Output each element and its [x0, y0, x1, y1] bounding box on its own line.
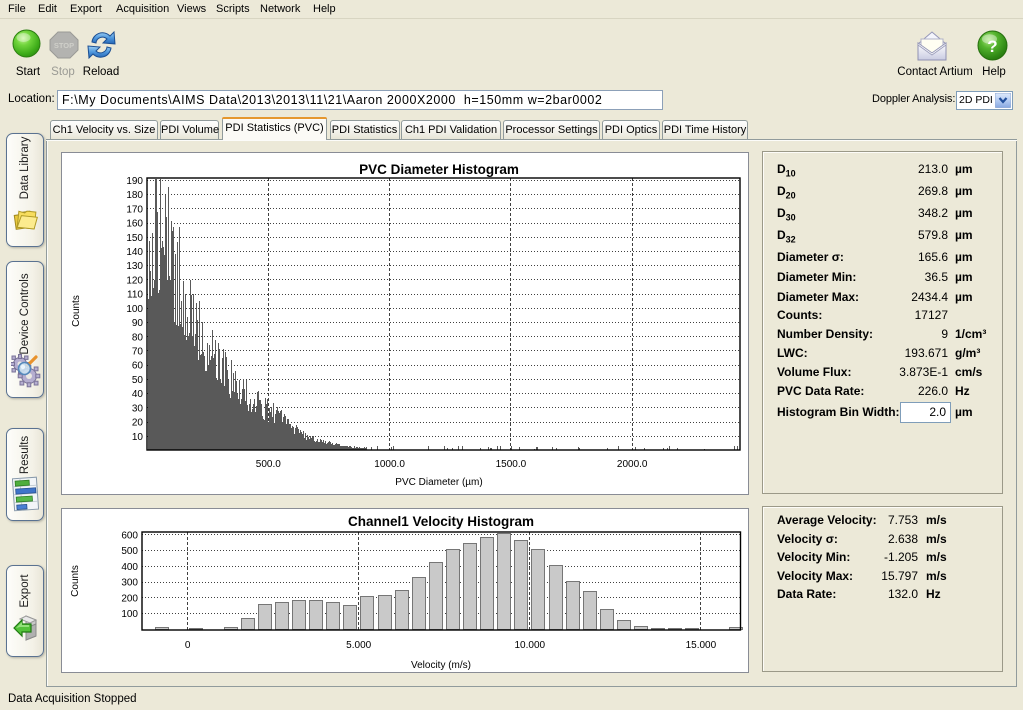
svg-text:150: 150: [126, 233, 143, 244]
svg-text:120: 120: [126, 275, 143, 286]
svg-text:Counts: Counts: [70, 565, 81, 597]
svg-text:?: ?: [987, 37, 997, 56]
svg-text:PVC Diameter Histogram: PVC Diameter Histogram: [359, 162, 519, 177]
svg-text:80: 80: [132, 332, 144, 343]
svg-text:500.0: 500.0: [256, 459, 281, 470]
svg-text:110: 110: [127, 290, 143, 301]
svg-text:2000.0: 2000.0: [617, 459, 648, 470]
svg-text:1500.0: 1500.0: [496, 459, 527, 470]
svg-text:140: 140: [126, 247, 143, 258]
svg-text:130: 130: [126, 261, 143, 272]
svg-text:1000.0: 1000.0: [374, 459, 405, 470]
svg-text:190: 190: [126, 176, 143, 187]
svg-text:90: 90: [132, 318, 144, 329]
svg-text:160: 160: [126, 219, 143, 230]
svg-text:70: 70: [132, 347, 144, 358]
svg-text:100: 100: [121, 609, 138, 620]
svg-text:0: 0: [185, 640, 191, 651]
svg-text:200: 200: [121, 594, 138, 605]
svg-text:600: 600: [121, 530, 138, 541]
svg-text:60: 60: [132, 361, 144, 372]
svg-text:15.000: 15.000: [686, 640, 717, 651]
svg-text:40: 40: [132, 389, 144, 400]
svg-text:PVC Diameter (µm): PVC Diameter (µm): [395, 477, 482, 488]
svg-text:400: 400: [121, 562, 138, 573]
svg-text:500: 500: [121, 546, 138, 557]
svg-text:20: 20: [132, 418, 144, 429]
svg-text:Velocity (m/s): Velocity (m/s): [411, 660, 471, 671]
svg-text:170: 170: [126, 204, 143, 215]
svg-text:Channel1 Velocity Histogram: Channel1 Velocity Histogram: [348, 514, 534, 529]
svg-text:STOP: STOP: [54, 41, 74, 50]
svg-text:10: 10: [132, 432, 144, 443]
svg-text:10.000: 10.000: [515, 640, 546, 651]
svg-text:50: 50: [132, 375, 144, 386]
svg-text:Counts: Counts: [71, 295, 82, 327]
svg-text:180: 180: [126, 190, 143, 201]
svg-text:100: 100: [126, 304, 143, 315]
svg-text:30: 30: [132, 403, 144, 414]
svg-text:5.000: 5.000: [346, 640, 371, 651]
svg-text:300: 300: [121, 578, 138, 589]
